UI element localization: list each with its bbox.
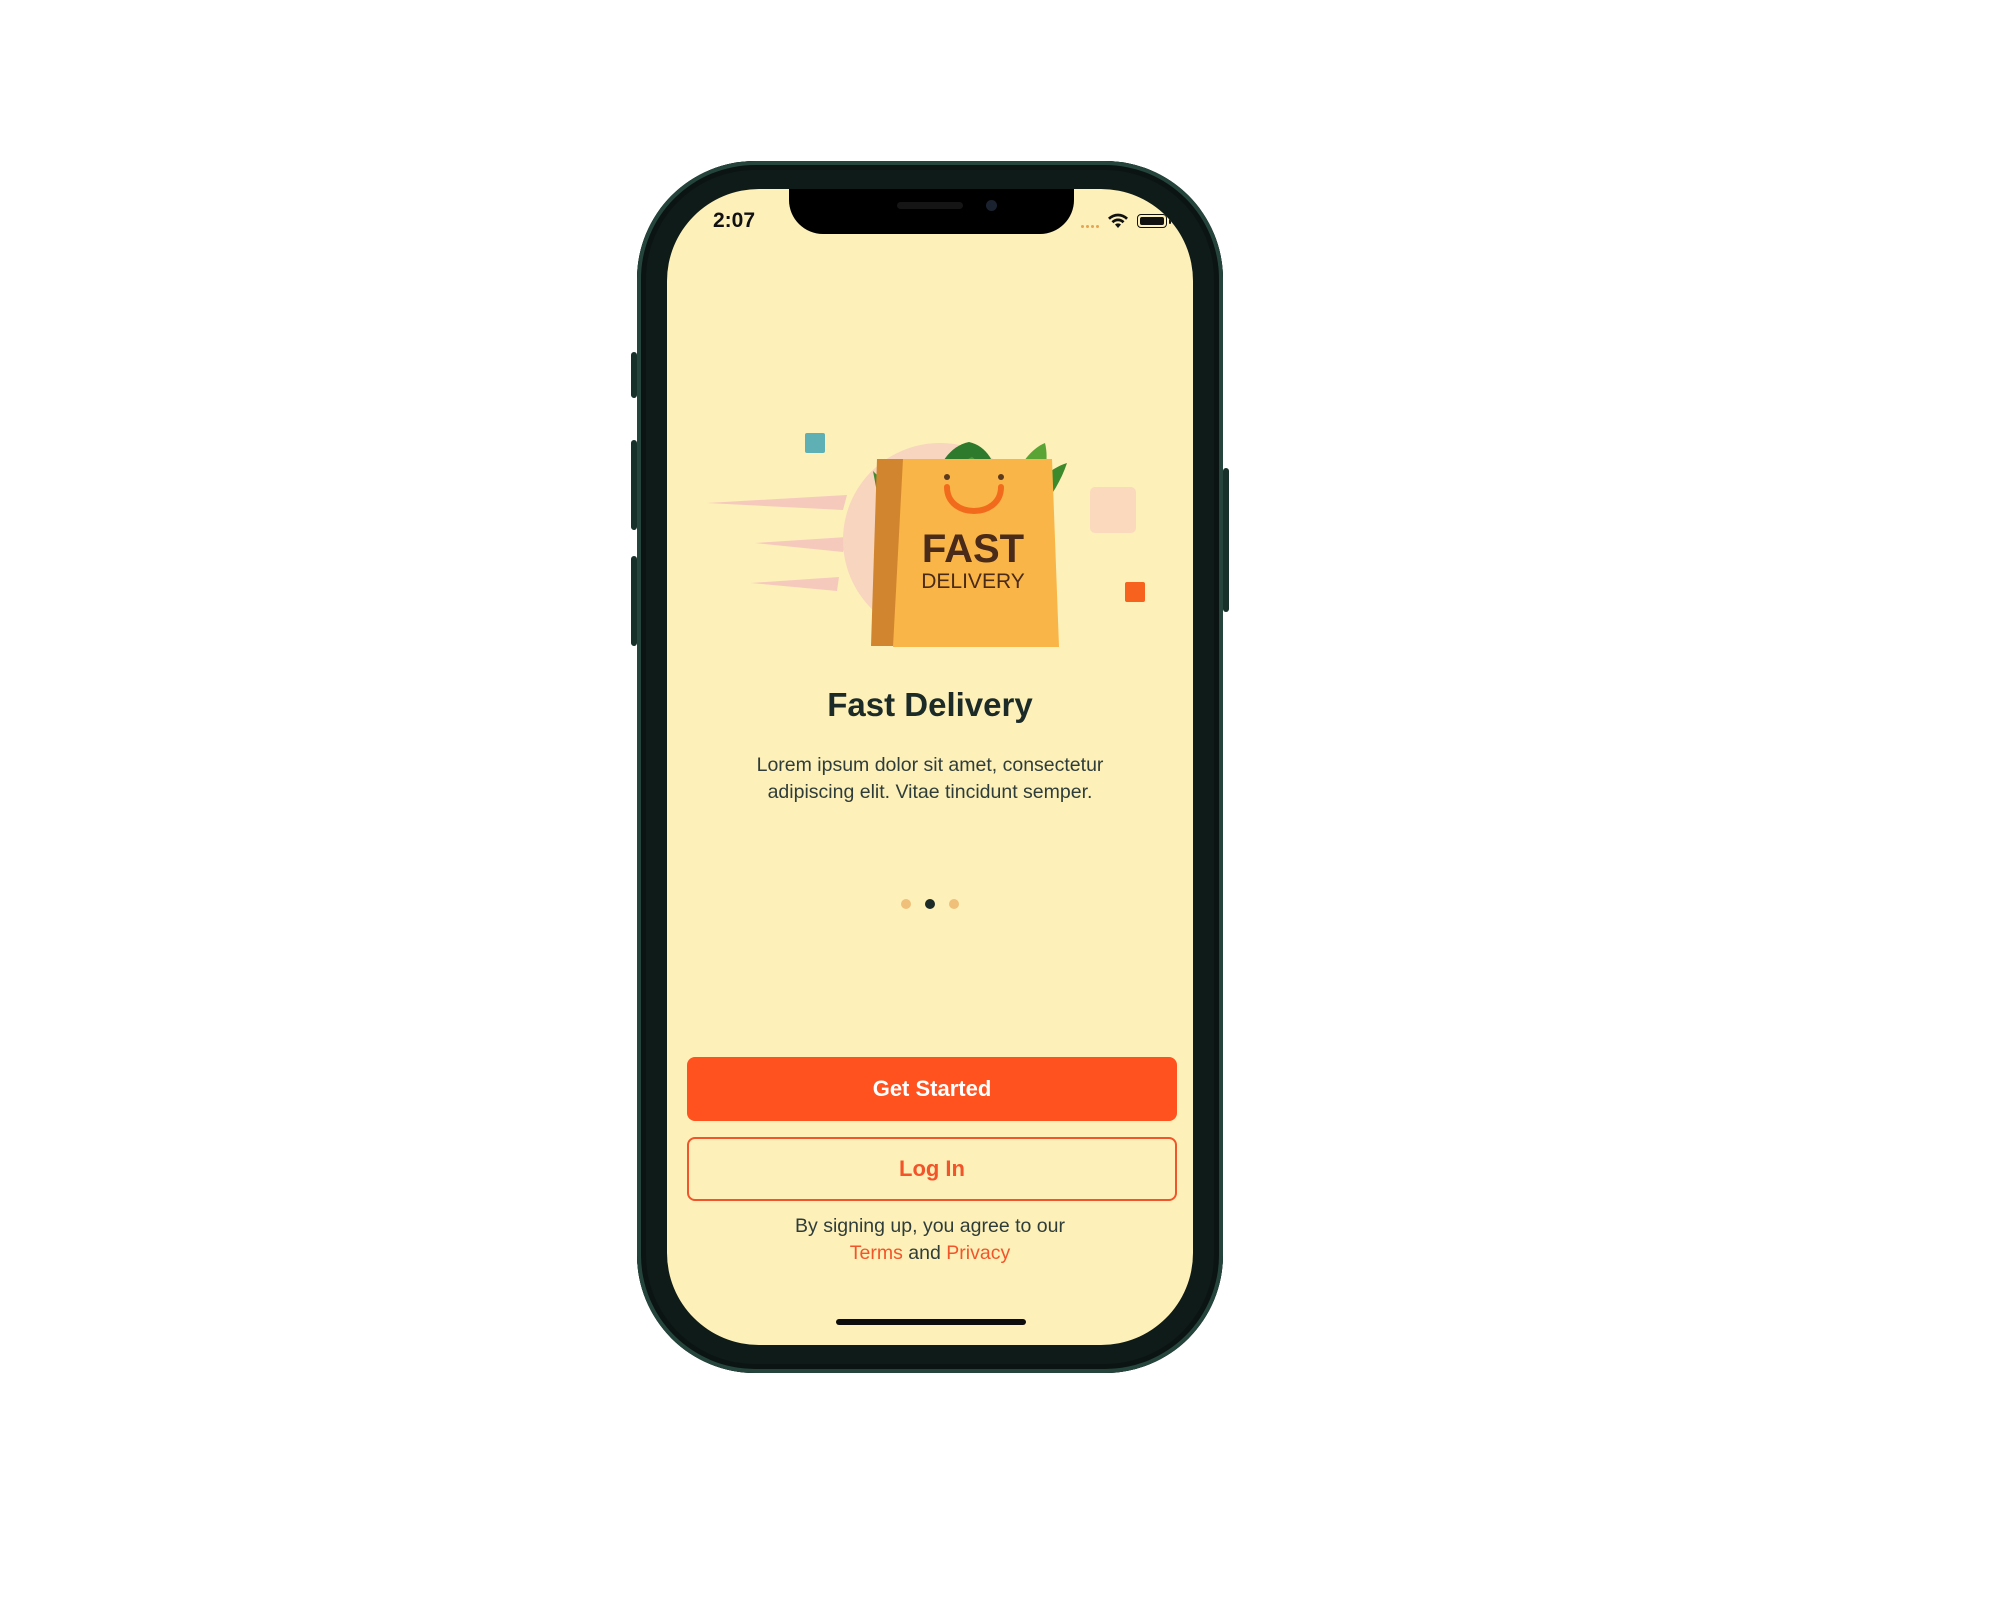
- orange-square: [1125, 582, 1145, 602]
- terms-link[interactable]: Terms: [850, 1242, 903, 1264]
- battery-cap: [1169, 218, 1171, 224]
- battery-icon: [1137, 214, 1167, 228]
- legal-links-line: Terms and Privacy: [667, 1240, 1193, 1267]
- page-dot-3[interactable]: [949, 899, 959, 909]
- page-dot-2-active[interactable]: [925, 899, 935, 909]
- status-icons: [1081, 209, 1171, 233]
- peach-square: [1090, 487, 1136, 533]
- phone-screen: 2:07 FAST DELIVERY Fast Delivery Lorem i…: [667, 189, 1193, 1345]
- front-camera: [986, 200, 997, 211]
- onboarding-description: Lorem ipsum dolor sit amet, consectetur …: [756, 754, 1104, 803]
- privacy-link[interactable]: Privacy: [946, 1242, 1010, 1264]
- notch: [789, 189, 1074, 234]
- log-in-button[interactable]: Log In: [687, 1137, 1177, 1201]
- speed-streak-middle: [755, 537, 847, 552]
- power-button: [1223, 468, 1229, 612]
- status-time: 2:07: [713, 209, 756, 232]
- legal-prefix: By signing up, you agree to our: [795, 1215, 1065, 1237]
- bag-label-delivery: DELIVERY: [921, 570, 1025, 593]
- legal-notice: By signing up, you agree to our Terms an…: [667, 1213, 1193, 1267]
- teal-square: [805, 433, 825, 453]
- fast-delivery-illustration: FAST DELIVERY: [707, 433, 1145, 647]
- legal-conjunction: and: [908, 1242, 941, 1264]
- page-dot-1[interactable]: [901, 899, 911, 909]
- get-started-button[interactable]: Get Started: [687, 1057, 1177, 1121]
- bag-label-fast: FAST: [922, 527, 1024, 571]
- home-indicator[interactable]: [836, 1319, 1026, 1325]
- speed-streak-bottom: [751, 577, 839, 591]
- page-indicator[interactable]: [667, 899, 1193, 909]
- stage: 2:07 FAST DELIVERY Fast Delivery Lorem i…: [0, 0, 2000, 1600]
- onboarding-title: Fast Delivery: [827, 686, 1033, 723]
- cellular-signal-icon: [1081, 214, 1099, 228]
- speed-streak-top: [707, 495, 847, 510]
- wifi-icon: [1108, 213, 1128, 228]
- speaker-grille: [897, 202, 963, 209]
